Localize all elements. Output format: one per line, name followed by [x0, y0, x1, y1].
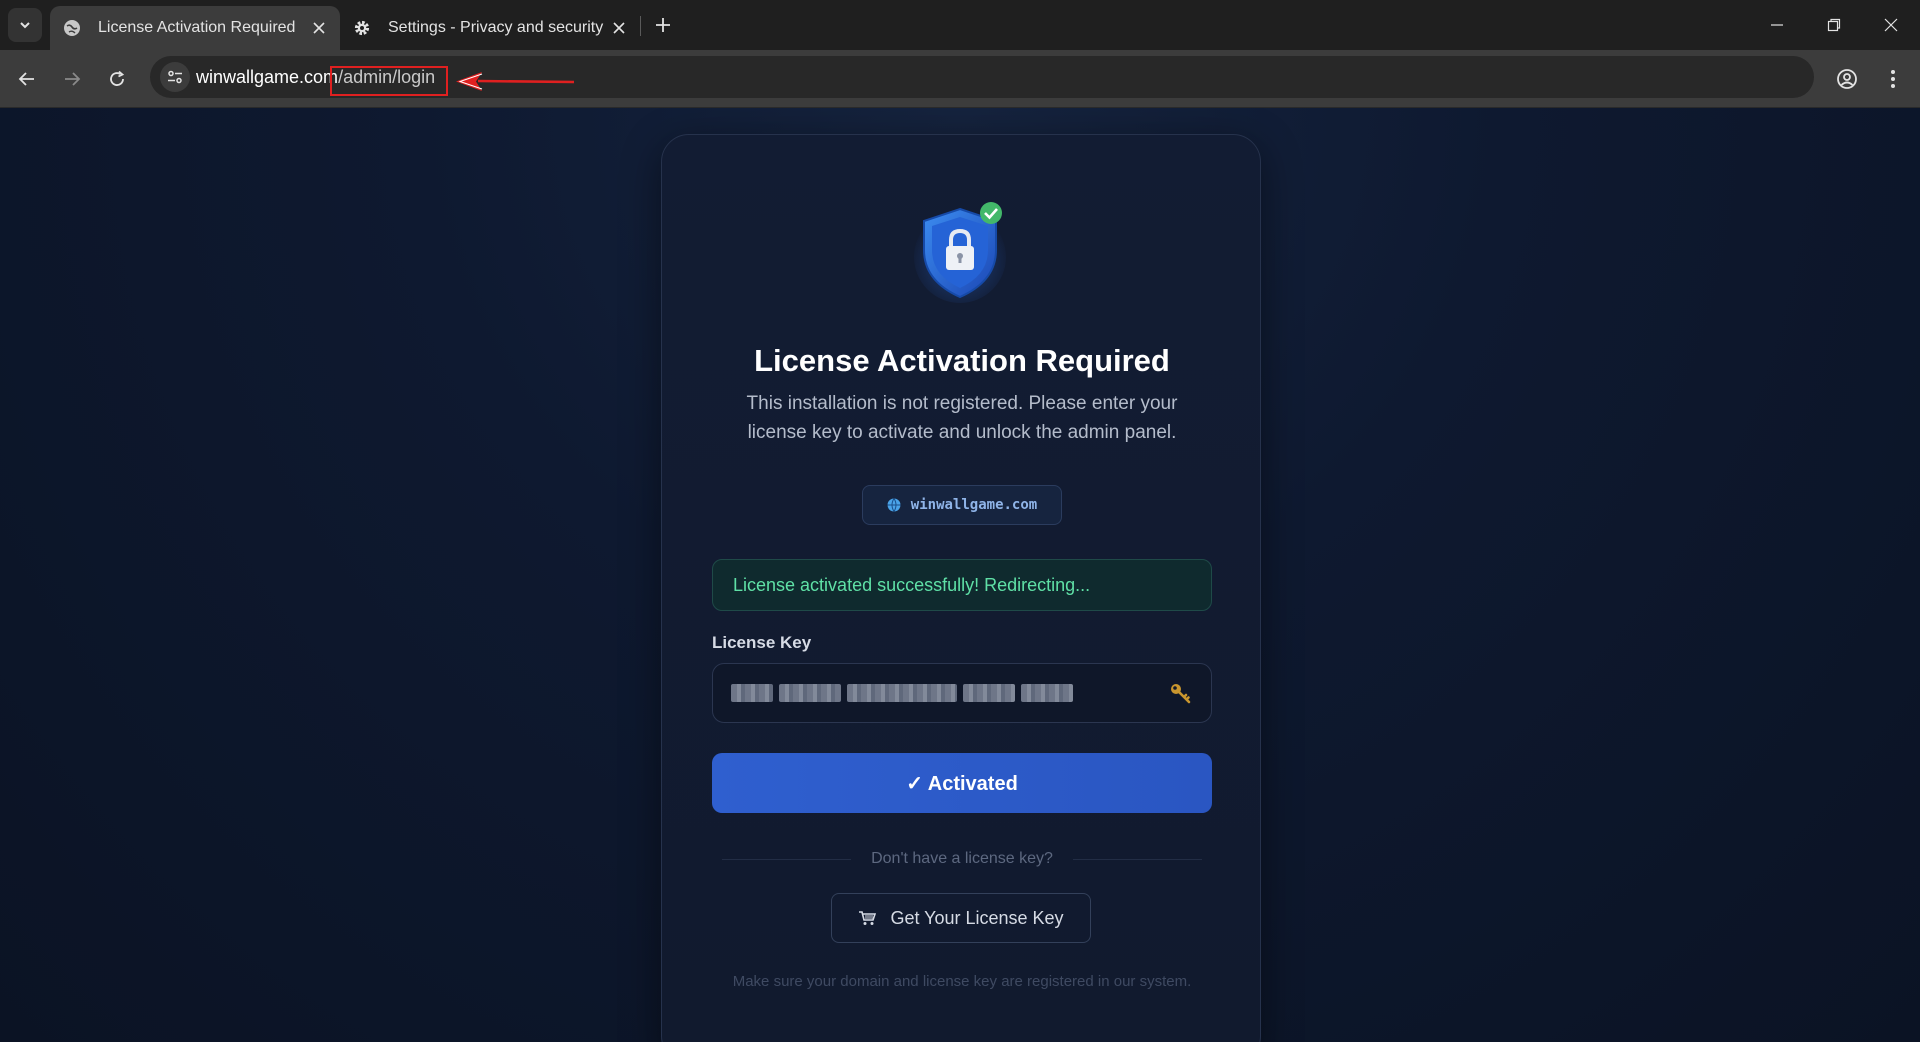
- red-arrow-annotation: [456, 72, 575, 91]
- address-bar[interactable]: winwallgame.com/admin/login: [150, 56, 1814, 98]
- plus-icon: [656, 18, 670, 32]
- globe-icon: [887, 498, 901, 512]
- tab-search-button[interactable]: [8, 8, 42, 42]
- activate-button[interactable]: ✓ Activated: [712, 753, 1212, 813]
- tab-strip: License Activation Required Settings - P…: [0, 0, 1920, 50]
- reload-icon: [110, 70, 125, 86]
- reload-button[interactable]: [99, 61, 135, 97]
- license-key-input[interactable]: [712, 663, 1212, 723]
- footnote: Make sure your domain and license key ar…: [732, 973, 1192, 990]
- new-tab-button[interactable]: [652, 12, 674, 38]
- more-vert-icon: [1891, 70, 1895, 88]
- arrow-left-icon: [18, 72, 34, 86]
- restore-button[interactable]: [1806, 0, 1862, 50]
- close-window-button[interactable]: [1863, 0, 1919, 50]
- key-icon: [1171, 684, 1191, 704]
- forward-button[interactable]: [54, 61, 90, 97]
- tune-icon: [168, 70, 182, 84]
- gear-icon: [352, 18, 372, 38]
- menu-button[interactable]: [1875, 61, 1911, 97]
- divider-text: Don't have a license key?: [871, 850, 1053, 867]
- success-alert: License activated successfully! Redirect…: [712, 559, 1212, 611]
- site-info-button[interactable]: [160, 62, 190, 92]
- url-host: winwallgame.com: [196, 67, 339, 87]
- arrow-right-icon: [65, 72, 81, 86]
- tab-separator: [640, 16, 641, 36]
- get-license-key-button[interactable]: Get Your License Key: [831, 893, 1091, 943]
- minimize-icon: [1771, 24, 1783, 26]
- chevron-down-icon: [20, 22, 30, 29]
- globe-icon: [62, 18, 82, 38]
- tab-title: Settings - Privacy and security: [388, 19, 604, 36]
- tab-license-activation[interactable]: License Activation Required: [50, 6, 340, 50]
- close-tab-icon[interactable]: [608, 17, 630, 39]
- minimize-button[interactable]: [1749, 0, 1805, 50]
- page-viewport: License Activation Required This install…: [0, 108, 1920, 1042]
- restore-icon: [1827, 18, 1841, 32]
- page-title: License Activation Required: [754, 343, 1170, 378]
- page-subtitle: This installation is not registered. Ple…: [746, 393, 1178, 443]
- tab-settings-privacy[interactable]: Settings - Privacy and security: [340, 6, 640, 50]
- profile-button[interactable]: [1829, 61, 1865, 97]
- browser-toolbar: winwallgame.com/admin/login: [0, 50, 1920, 108]
- close-icon: [1884, 18, 1898, 32]
- tab-title: License Activation Required: [98, 19, 296, 36]
- close-tab-icon[interactable]: [308, 17, 330, 39]
- back-button[interactable]: [9, 61, 45, 97]
- cart-icon: [859, 911, 877, 925]
- activation-card: License Activation Required This install…: [661, 134, 1261, 1042]
- url-path: /admin/login: [338, 67, 436, 87]
- url-text[interactable]: winwallgame.com/admin/login: [196, 67, 435, 88]
- divider: Don't have a license key?: [722, 847, 1203, 871]
- domain-text: winwallgame.com: [910, 497, 1038, 513]
- license-key-value-redacted: [731, 684, 1073, 702]
- license-key-label: License Key: [712, 633, 812, 652]
- domain-badge: winwallgame.com: [862, 485, 1062, 525]
- get-license-key-label: Get Your License Key: [890, 907, 1064, 928]
- account-circle-icon: [1837, 69, 1857, 89]
- shield-lock-icon: [913, 195, 1011, 305]
